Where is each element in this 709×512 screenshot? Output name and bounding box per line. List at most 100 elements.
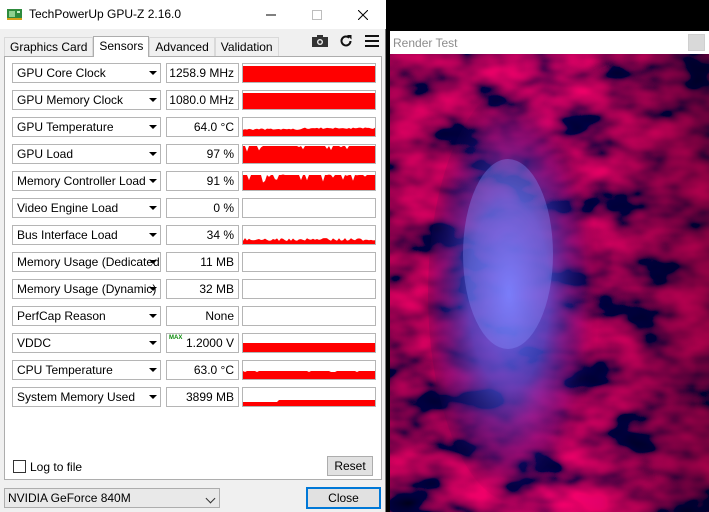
sensor-value[interactable]: 63.0 °C (166, 360, 239, 380)
sensor-row: GPU Load 97 % (12, 144, 382, 164)
minimize-button[interactable] (248, 0, 294, 29)
sensor-graph-plot (243, 343, 375, 352)
window-title: TechPowerUp GPU-Z 2.16.0 (29, 7, 182, 21)
sensor-name: PerfCap Reason (17, 309, 106, 323)
sensor-name-dropdown[interactable]: GPU Temperature (12, 117, 161, 137)
hamburger-menu-icon (365, 35, 379, 47)
sensor-name-dropdown[interactable]: GPU Load (12, 144, 161, 164)
sensor-row: Bus Interface Load 34 % (12, 225, 382, 245)
sensor-row: Video Engine Load 0 % (12, 198, 382, 218)
chevron-down-icon (149, 71, 157, 75)
sensor-value[interactable]: None (166, 306, 239, 326)
close-button[interactable]: Close (306, 487, 381, 509)
sensor-value-text: 32 MB (199, 282, 234, 296)
sensor-graph-plot (243, 93, 375, 109)
chevron-down-icon (205, 493, 216, 504)
sensor-graph (242, 117, 376, 137)
sensor-value-text: 34 % (206, 228, 234, 242)
sensor-value[interactable]: 32 MB (166, 279, 239, 299)
gpu-select-dropdown[interactable]: NVIDIA GeForce 840M (4, 488, 220, 508)
sensor-name-dropdown[interactable]: System Memory Used (12, 387, 161, 407)
reset-button[interactable]: Reset (327, 456, 373, 476)
gpuz-window: TechPowerUp GPU-Z 2.16.0 Graphics Card S… (0, 0, 386, 512)
sensor-name: Bus Interface Load (17, 228, 118, 242)
gpuz-titlebar[interactable]: TechPowerUp GPU-Z 2.16.0 (0, 0, 386, 29)
maximize-button[interactable] (294, 0, 340, 29)
sensor-value-text: 1080.0 MHz (169, 93, 234, 107)
camera-icon (312, 35, 328, 47)
render-close-button[interactable] (688, 34, 705, 51)
sensor-graph-plot (243, 400, 375, 406)
sensor-value[interactable]: MAX 1.2000 V (166, 333, 239, 353)
sensor-value-text: 64.0 °C (193, 120, 234, 134)
sensor-name-dropdown[interactable]: CPU Temperature (12, 360, 161, 380)
render-test-window: Render Test (388, 0, 709, 512)
sensor-name-dropdown[interactable]: Bus Interface Load (12, 225, 161, 245)
sensor-value[interactable]: 0 % (166, 198, 239, 218)
close-icon (358, 9, 368, 20)
sensor-row: GPU Temperature 64.0 °C (12, 117, 382, 137)
sensor-row: System Memory Used 3899 MB (12, 387, 382, 407)
sensor-value-text: 11 MB (200, 255, 234, 269)
sensor-name-dropdown[interactable]: Memory Usage (Dedicated) (12, 252, 161, 272)
sensor-graph (242, 144, 376, 164)
sensor-name-dropdown[interactable]: Memory Controller Load (12, 171, 161, 191)
tab-bar: Graphics Card Sensors Advanced Validatio… (4, 36, 279, 57)
sensor-value[interactable]: 34 % (166, 225, 239, 245)
chevron-down-icon (149, 260, 157, 264)
sensor-name: GPU Core Clock (17, 66, 106, 80)
sensor-name-dropdown[interactable]: VDDC (12, 333, 161, 353)
sensor-name-dropdown[interactable]: Memory Usage (Dynamic) (12, 279, 161, 299)
screenshot-button[interactable] (311, 34, 329, 48)
sensor-value-text: 3899 MB (185, 390, 234, 404)
chevron-down-icon (149, 206, 157, 210)
sensor-value-text: 0 % (213, 201, 234, 215)
sensor-graph-plot (243, 253, 375, 271)
sensor-name-dropdown[interactable]: PerfCap Reason (12, 306, 161, 326)
sensor-graph (242, 171, 376, 191)
sensor-value-text: 1.2000 V (185, 336, 234, 350)
tab-validation[interactable]: Validation (214, 37, 279, 56)
sensor-graph-plot (243, 66, 375, 82)
toolbar (311, 34, 381, 48)
render-titlebar[interactable]: Render Test (390, 31, 709, 54)
sensor-row: Memory Controller Load 91 % (12, 171, 382, 191)
sensor-row: Memory Usage (Dynamic) 32 MB (12, 279, 382, 299)
refresh-button[interactable] (337, 34, 355, 48)
sensor-row: GPU Core Clock 1258.9 MHz (12, 63, 382, 83)
tab-sensors[interactable]: Sensors (93, 36, 150, 57)
sensor-value[interactable]: 1080.0 MHz (166, 90, 239, 110)
sensor-value[interactable]: 11 MB (166, 252, 239, 272)
sensor-value[interactable]: 3899 MB (166, 387, 239, 407)
sensor-name: GPU Load (17, 147, 74, 161)
sensor-graph-plot (243, 307, 375, 325)
chevron-down-icon (149, 287, 157, 291)
sensor-value-text: None (205, 309, 234, 323)
chevron-down-icon (149, 125, 157, 129)
sensor-name-dropdown[interactable]: Video Engine Load (12, 198, 161, 218)
sensor-value[interactable]: 97 % (166, 144, 239, 164)
sensor-value[interactable]: 91 % (166, 171, 239, 191)
sensor-value[interactable]: 1258.9 MHz (166, 63, 239, 83)
sensor-graph (242, 198, 376, 218)
sensor-graph-plot (243, 238, 375, 244)
sensor-row: GPU Memory Clock 1080.0 MHz (12, 90, 382, 110)
tab-advanced[interactable]: Advanced (149, 37, 215, 56)
log-to-file-label[interactable]: Log to file (30, 460, 82, 474)
sensor-value-text: 63.0 °C (193, 363, 234, 377)
tab-graphics-card[interactable]: Graphics Card (4, 37, 94, 56)
menu-button[interactable] (363, 34, 381, 48)
sensor-value[interactable]: 64.0 °C (166, 117, 239, 137)
log-to-file-checkbox[interactable] (13, 460, 26, 473)
sensor-name: System Memory Used (17, 390, 136, 404)
sensor-row: CPU Temperature 63.0 °C (12, 360, 382, 380)
sensor-graph (242, 63, 376, 83)
sensor-graph-plot (243, 174, 375, 190)
gpu-select-value: NVIDIA GeForce 840M (8, 491, 131, 505)
sensor-row: PerfCap Reason None (12, 306, 382, 326)
close-window-button[interactable] (340, 0, 386, 29)
sensor-name-dropdown[interactable]: GPU Memory Clock (12, 90, 161, 110)
sensor-name: VDDC (17, 336, 52, 350)
sensor-name-dropdown[interactable]: GPU Core Clock (12, 63, 161, 83)
sensor-graph (242, 252, 376, 272)
